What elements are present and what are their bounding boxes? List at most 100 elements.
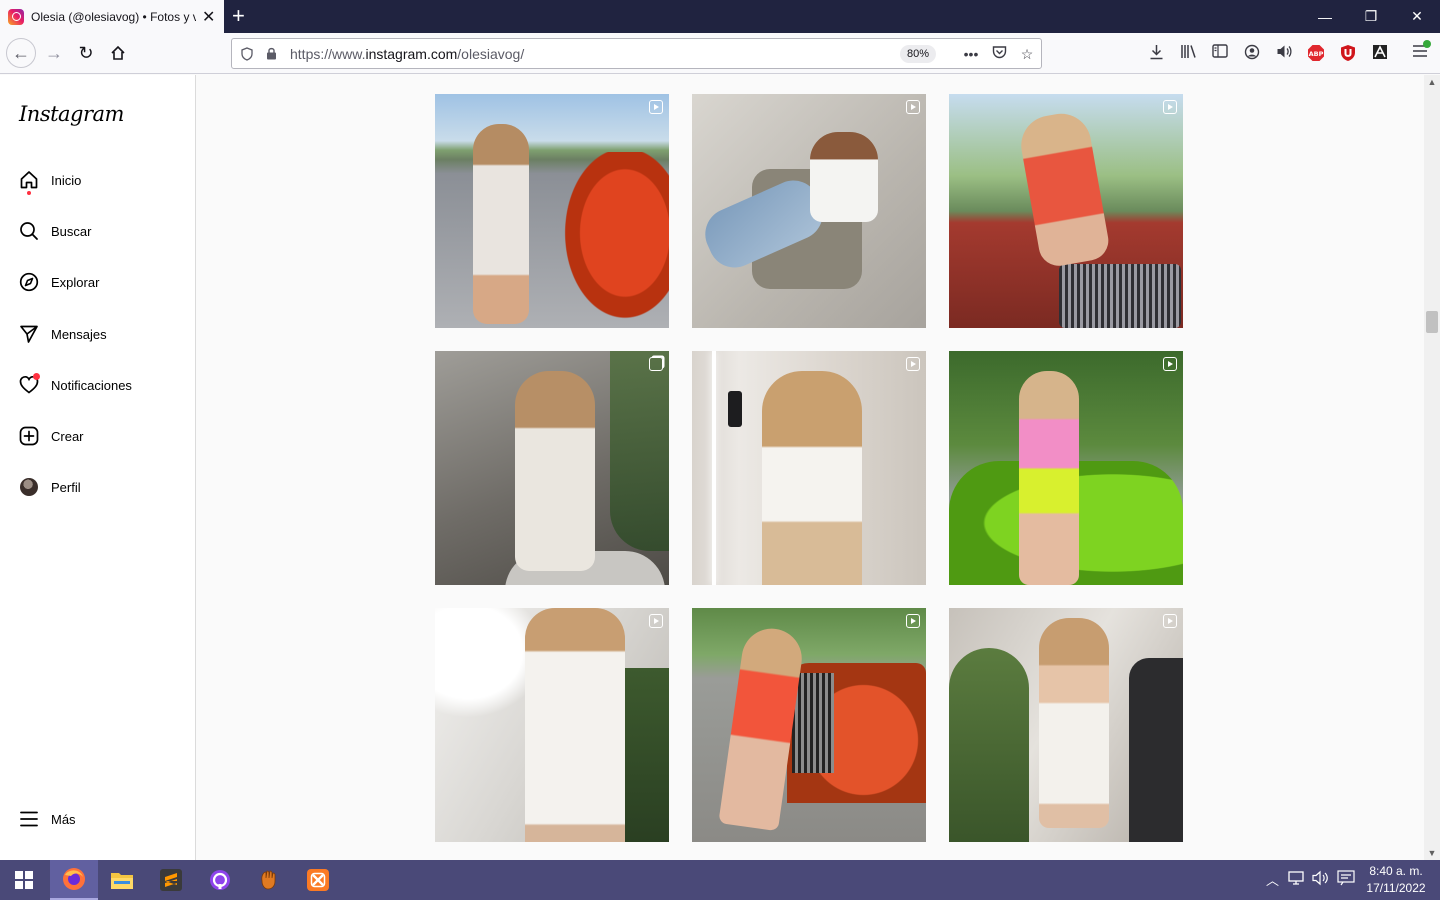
post-thumbnail[interactable] — [692, 608, 926, 842]
sidebar-item-explorar[interactable]: Explorar — [18, 267, 99, 297]
sublime-text-icon — [160, 869, 182, 891]
post-thumbnail[interactable] — [692, 351, 926, 585]
url-path: /olesiavog/ — [457, 45, 525, 62]
extension-icon[interactable] — [1370, 44, 1390, 64]
sidebar-item-mas[interactable]: Más — [18, 804, 76, 834]
xampp-icon — [307, 869, 329, 891]
more-actions-icon[interactable]: ••• — [962, 45, 980, 63]
taskbar-firefox[interactable] — [50, 860, 98, 900]
plant-shape — [610, 351, 669, 551]
post-thumbnail[interactable] — [435, 608, 669, 842]
plus-square-icon — [18, 425, 40, 447]
menu-hamburger-icon[interactable] — [1410, 40, 1431, 64]
person-shape — [525, 608, 625, 842]
system-clock[interactable]: 8:40 a. m. 17/11/2022 — [1358, 863, 1434, 897]
post-thumbnail[interactable] — [949, 94, 1183, 328]
taskbar-sublime-text[interactable] — [147, 860, 195, 900]
mirror-shape — [1129, 658, 1183, 842]
url-text[interactable]: https://www.instagram.com/olesiavog/ — [290, 46, 524, 62]
instagram-logo[interactable]: Instagram — [19, 102, 124, 126]
instagram-sidebar: Instagram Inicio Buscar Explorar Mensaje… — [0, 75, 196, 860]
page-scrollbar[interactable]: ▲ ▼ — [1424, 75, 1440, 860]
home-icon — [111, 45, 125, 60]
minimize-button[interactable]: — — [1302, 0, 1348, 33]
sidebar-item-perfil[interactable]: Perfil — [18, 472, 81, 502]
back-button[interactable]: ← — [6, 38, 36, 68]
folder-icon — [111, 873, 133, 889]
ublock-icon[interactable] — [1338, 44, 1358, 64]
reel-icon — [1163, 357, 1177, 371]
sidebar-item-notificaciones[interactable]: Notificaciones — [18, 370, 132, 400]
sidebar-item-label: Notificaciones — [51, 377, 132, 393]
plant-shape — [949, 648, 1029, 842]
pocket-icon[interactable] — [990, 45, 1008, 63]
restore-button[interactable]: ❐ — [1348, 0, 1394, 33]
url-prefix: https://www. — [290, 45, 366, 62]
sidebar-item-label: Perfil — [51, 479, 81, 495]
post-thumbnail[interactable] — [949, 608, 1183, 842]
post-thumbnail[interactable] — [435, 351, 669, 585]
taskbar-file-explorer[interactable] — [98, 860, 146, 900]
zoom-indicator[interactable]: 80% — [900, 45, 937, 63]
person-shape — [1039, 618, 1109, 828]
tab-close-icon[interactable]: ✕ — [202, 7, 215, 27]
browser-tab-strip: Olesia (@olesiavog) • Fotos y videos de … — [0, 0, 1440, 33]
window-close-button[interactable]: ✕ — [1394, 0, 1440, 33]
account-icon[interactable] — [1242, 44, 1262, 64]
sidebar-item-label: Inicio — [51, 172, 82, 188]
show-hidden-icons-icon[interactable]: ︿ — [1266, 870, 1279, 889]
sidebar-item-buscar[interactable]: Buscar — [18, 216, 91, 246]
sidebar-item-crear[interactable]: Crear — [18, 421, 84, 451]
post-thumbnail[interactable] — [692, 94, 926, 328]
sidebar-item-label: Mensajes — [51, 326, 107, 342]
reel-icon — [649, 614, 663, 628]
glove-icon — [261, 870, 276, 890]
sidebar-item-mensajes[interactable]: Mensajes — [18, 319, 107, 349]
firefox-icon — [63, 868, 85, 890]
shield-icon[interactable] — [238, 45, 256, 63]
adblock-plus-icon[interactable]: ABP — [1306, 44, 1326, 64]
sidebar-item-label: Crear — [51, 428, 84, 444]
hamburger-menu-icon — [18, 808, 40, 830]
person-shape — [1016, 109, 1112, 269]
taskbar-xampp[interactable] — [294, 860, 342, 900]
post-thumbnail[interactable] — [435, 94, 669, 328]
reel-icon — [1163, 614, 1177, 628]
bookmark-star-icon[interactable]: ☆ — [1018, 45, 1036, 63]
browser-toolbar: ← → ↻ https://www.instagram.com/olesiavo… — [0, 33, 1440, 74]
compass-icon — [18, 271, 40, 293]
heart-icon — [18, 373, 40, 396]
sidebar-item-label: Buscar — [51, 223, 92, 239]
lock-icon[interactable] — [262, 45, 280, 63]
browser-tab-active[interactable]: Olesia (@olesiavog) • Fotos y videos de … — [0, 0, 224, 33]
scrollbar-thumb[interactable] — [1426, 311, 1438, 333]
reel-icon — [906, 100, 920, 114]
reload-button[interactable]: ↻ — [72, 39, 100, 67]
forward-button[interactable]: → — [40, 39, 68, 67]
speaker-icon[interactable] — [1274, 44, 1294, 64]
light-strip-shape — [712, 351, 716, 585]
reel-icon — [906, 614, 920, 628]
address-bar[interactable]: https://www.instagram.com/olesiavog/ 80%… — [231, 38, 1042, 69]
volume-icon[interactable] — [1312, 870, 1330, 889]
send-icon — [18, 323, 40, 345]
profile-posts-grid — [196, 75, 1424, 860]
windows-start-button[interactable] — [0, 860, 48, 900]
new-tab-button[interactable]: + — [232, 4, 245, 28]
scroll-up-icon[interactable]: ▲ — [1424, 75, 1440, 89]
person-shape — [1019, 371, 1079, 585]
language-ime-icon[interactable] — [1337, 870, 1355, 889]
svg-text:ABP: ABP — [1309, 50, 1324, 58]
downloads-icon[interactable] — [1146, 44, 1166, 64]
network-icon[interactable] — [1288, 870, 1306, 889]
plant-shape — [625, 668, 669, 842]
taskbar-glove-app[interactable] — [245, 860, 293, 900]
home-button[interactable] — [104, 39, 132, 67]
post-thumbnail[interactable] — [949, 351, 1183, 585]
library-icon[interactable] — [1178, 44, 1198, 64]
sidebar-toggle-icon[interactable] — [1210, 44, 1230, 64]
scroll-down-icon[interactable]: ▼ — [1424, 846, 1440, 860]
carousel-icon — [649, 357, 663, 371]
taskbar-github-desktop[interactable] — [196, 860, 244, 900]
sidebar-item-inicio[interactable]: Inicio — [18, 165, 81, 195]
